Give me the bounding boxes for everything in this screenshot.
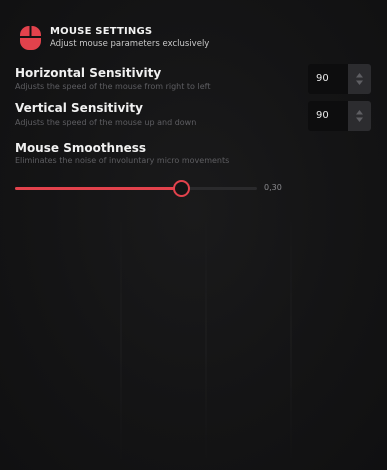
vertical-sensitivity-stepper: 90 (308, 101, 371, 131)
vertical-sensitivity-title: Vertical Sensitivity (15, 101, 143, 115)
horizontal-sensitivity-description: Adjusts the speed of the mouse from righ… (15, 82, 211, 91)
mouse-smoothness-slider-track[interactable] (15, 187, 257, 190)
mouse-smoothness-slider-fill (15, 187, 182, 190)
panel-title: MOUSE SETTINGS (50, 26, 153, 37)
up-down-arrows-icon (356, 110, 363, 122)
vertical-sensitivity-arrows[interactable] (348, 101, 371, 131)
horizontal-sensitivity-stepper: 90 (308, 64, 371, 94)
up-down-arrows-icon (356, 73, 363, 85)
background-streak (120, 210, 122, 470)
vertical-sensitivity-description: Adjusts the speed of the mouse up and do… (15, 118, 197, 127)
mouse-smoothness-description: Eliminates the noise of involuntary micr… (15, 156, 230, 165)
horizontal-sensitivity-input[interactable]: 90 (308, 64, 348, 94)
mouse-smoothness-slider-thumb[interactable] (172, 180, 190, 197)
mouse-smoothness-value: 0,30 (264, 183, 282, 192)
background-streak (290, 210, 292, 470)
vertical-sensitivity-input[interactable]: 90 (308, 101, 348, 131)
mouse-smoothness-title: Mouse Smoothness (15, 141, 147, 155)
mouse-settings-panel: MOUSE SETTINGS Adjust mouse parameters e… (0, 0, 387, 470)
mouse-icon (19, 25, 42, 51)
background-streak (205, 210, 207, 470)
horizontal-sensitivity-title: Horizontal Sensitivity (15, 66, 162, 80)
horizontal-sensitivity-arrows[interactable] (348, 64, 371, 94)
panel-subtitle: Adjust mouse parameters exclusively (50, 39, 210, 49)
